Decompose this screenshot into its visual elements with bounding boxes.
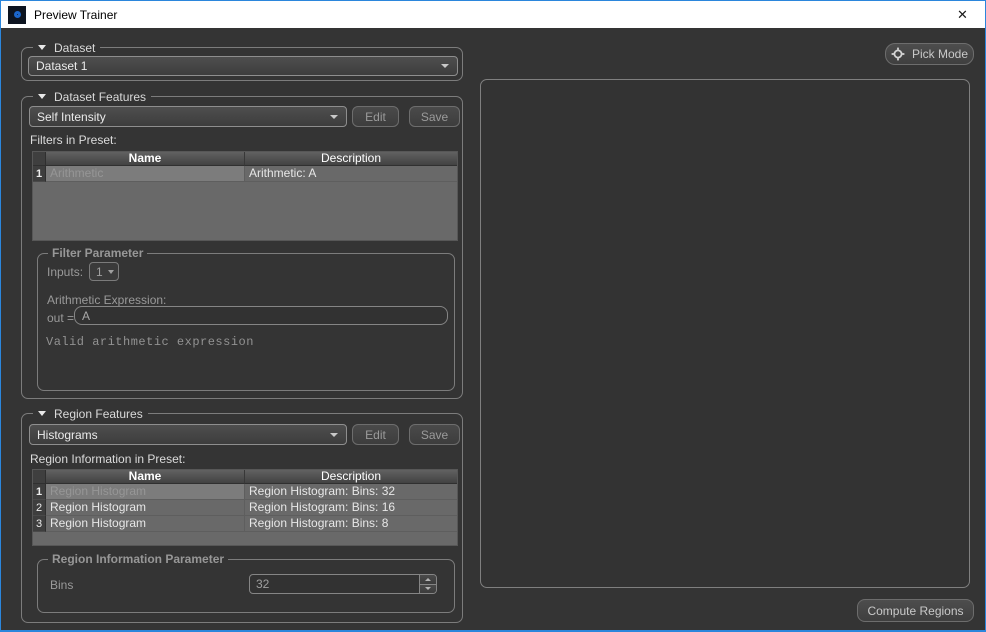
titlebar: Preview Trainer ✕	[1, 1, 985, 28]
bins-input[interactable]	[250, 575, 419, 593]
pick-mode-button[interactable]: Pick Mode	[885, 43, 974, 65]
column-header-name[interactable]: Name	[46, 470, 245, 484]
crosshair-icon	[891, 47, 905, 61]
row-number: 3	[33, 516, 46, 532]
row-number: 1	[33, 484, 46, 500]
row-number: 1	[33, 166, 46, 182]
filter-parameter-group-title: Filter Parameter	[48, 246, 147, 261]
pick-mode-label: Pick Mode	[912, 47, 968, 61]
table-header-row: Name Description	[33, 470, 457, 484]
row-number: 2	[33, 500, 46, 516]
collapse-arrow-icon[interactable]	[38, 45, 46, 50]
collapse-arrow-icon[interactable]	[38, 411, 46, 416]
app-window: Preview Trainer ✕ Dataset Dataset 1 Data…	[0, 0, 986, 632]
dropdown-arrow-icon	[330, 433, 338, 437]
dataset-group: Dataset Dataset 1	[21, 47, 463, 81]
spin-down-icon[interactable]	[420, 585, 436, 594]
table-corner	[33, 470, 46, 484]
inputs-count-value: 1	[96, 265, 103, 279]
cell-description[interactable]: Region Histogram: Bins: 16	[245, 500, 457, 516]
collapse-arrow-icon[interactable]	[38, 94, 46, 99]
region-information-parameter-title: Region Information Parameter	[48, 552, 228, 567]
dropdown-arrow-icon	[441, 64, 449, 68]
save-filters-button[interactable]: Save	[409, 106, 460, 127]
expression-input[interactable]	[74, 306, 448, 325]
filters-table: Name Description 1 Arithmetic Arithmetic…	[32, 151, 458, 241]
cell-description[interactable]: Region Histogram: Bins: 8	[245, 516, 457, 532]
region-information-parameter-group: Region Information Parameter Bins	[37, 559, 455, 613]
cell-name[interactable]: Arithmetic	[46, 166, 245, 182]
expression-validation-message: Valid arithmetic expression	[46, 335, 254, 349]
edit-regions-button[interactable]: Edit	[352, 424, 399, 445]
cell-name[interactable]: Region Histogram	[46, 516, 245, 532]
dataset-features-group-label: Dataset Features	[54, 90, 146, 104]
table-row[interactable]: 1 Region Histogram Region Histogram: Bin…	[33, 484, 457, 500]
region-information-in-preset-label: Region Information in Preset:	[30, 452, 185, 466]
filters-in-preset-label: Filters in Preset:	[30, 133, 117, 147]
region-information-table: Name Description 1 Region Histogram Regi…	[32, 469, 458, 546]
cell-description[interactable]: Arithmetic: A	[245, 166, 457, 182]
edit-filters-button[interactable]: Edit	[352, 106, 399, 127]
column-header-description[interactable]: Description	[245, 470, 457, 484]
window-title: Preview Trainer	[34, 8, 117, 22]
dataset-features-group-title: Dataset Features	[33, 89, 151, 104]
filter-parameter-group: Filter Parameter Inputs: 1 Arithmetic Ex…	[37, 253, 455, 391]
bins-label: Bins	[50, 578, 73, 592]
dataset-features-preset-select[interactable]: Self Intensity	[29, 106, 347, 127]
cell-name[interactable]: Region Histogram	[46, 484, 245, 500]
region-features-preset-select[interactable]: Histograms	[29, 424, 347, 445]
close-icon[interactable]: ✕	[940, 1, 985, 28]
cell-name[interactable]: Region Histogram	[46, 500, 245, 516]
table-row[interactable]: 2 Region Histogram Region Histogram: Bin…	[33, 500, 457, 516]
dropdown-arrow-icon	[108, 270, 114, 274]
table-header-row: Name Description	[33, 152, 457, 166]
app-logo-ring-icon	[14, 11, 21, 18]
dropdown-arrow-icon	[330, 115, 338, 119]
table-row[interactable]: 3 Region Histogram Region Histogram: Bin…	[33, 516, 457, 532]
region-features-group-title: Region Features	[33, 406, 148, 421]
region-features-preset-value: Histograms	[37, 428, 98, 442]
table-corner	[33, 152, 46, 166]
inputs-count-select[interactable]: 1	[89, 262, 119, 281]
table-row[interactable]: 1 Arithmetic Arithmetic: A	[33, 166, 457, 182]
spin-buttons	[419, 575, 436, 593]
dataset-select[interactable]: Dataset 1	[28, 56, 458, 76]
bins-spinbox[interactable]	[249, 574, 437, 594]
arithmetic-expression-label: Arithmetic Expression:	[47, 293, 166, 307]
main-content: Dataset Dataset 1 Dataset Features Self …	[1, 28, 985, 630]
cell-description[interactable]: Region Histogram: Bins: 32	[245, 484, 457, 500]
dataset-features-preset-value: Self Intensity	[37, 110, 106, 124]
dataset-features-group: Dataset Features Self Intensity Edit Sav…	[21, 96, 463, 399]
region-features-group-label: Region Features	[54, 407, 143, 421]
column-header-description[interactable]: Description	[245, 152, 457, 166]
save-regions-button[interactable]: Save	[409, 424, 460, 445]
dataset-group-title: Dataset	[33, 40, 100, 55]
compute-regions-label: Compute Regions	[867, 604, 963, 618]
spin-up-icon[interactable]	[420, 575, 436, 585]
preview-panel	[480, 79, 970, 588]
column-header-name[interactable]: Name	[46, 152, 245, 166]
out-equals-label: out =	[47, 311, 74, 325]
compute-regions-button[interactable]: Compute Regions	[857, 599, 974, 622]
app-icon	[8, 6, 26, 24]
dataset-select-value: Dataset 1	[36, 59, 87, 73]
dataset-group-label: Dataset	[54, 41, 95, 55]
region-features-group: Region Features Histograms Edit Save Reg…	[21, 413, 463, 623]
inputs-label: Inputs:	[47, 265, 83, 279]
